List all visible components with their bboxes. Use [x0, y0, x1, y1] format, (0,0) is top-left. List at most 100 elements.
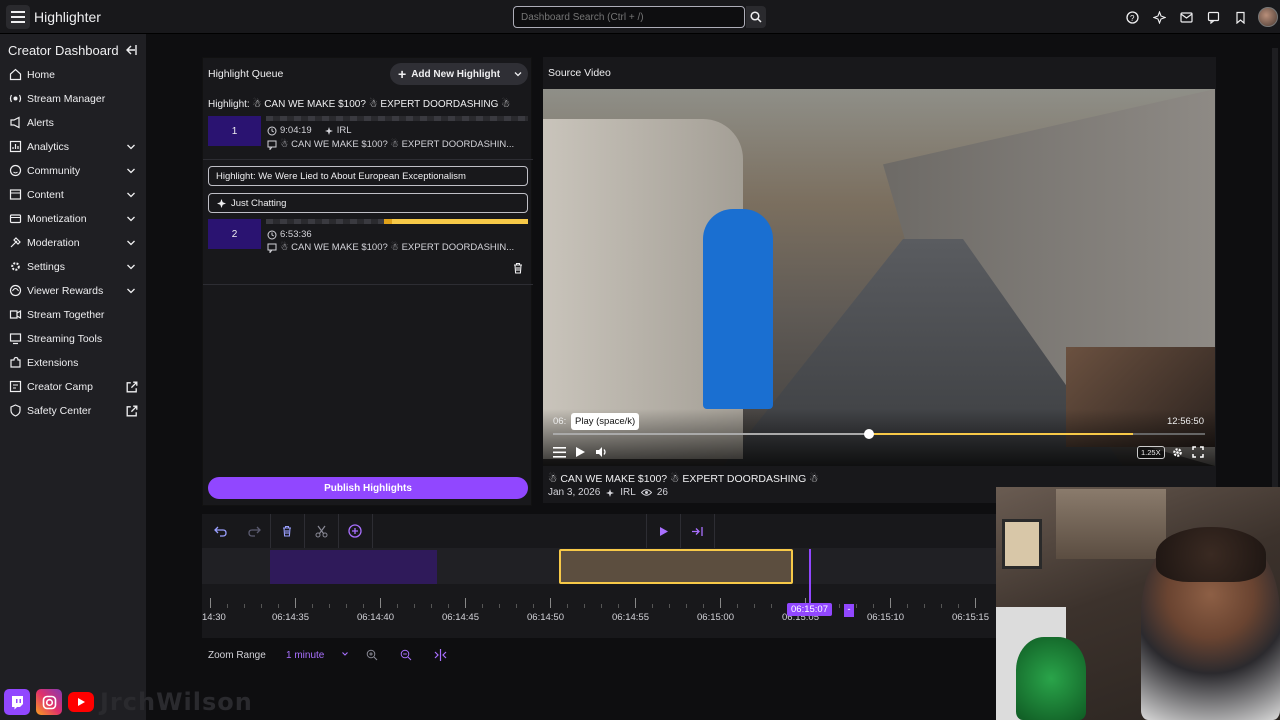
play-to-end-button[interactable] [688, 522, 706, 540]
video-category: IRL [620, 487, 636, 498]
sidebar-item-extensions[interactable]: Extensions [0, 352, 146, 374]
sidebar-item-creator-camp[interactable]: Creator Camp [0, 376, 146, 398]
divider [203, 159, 533, 160]
volume-button[interactable] [593, 444, 609, 460]
highlight-1-number[interactable]: 1 [208, 116, 261, 146]
trash-icon[interactable] [512, 262, 524, 274]
sidebar-item-monetization[interactable]: Monetization [0, 208, 146, 230]
divider [714, 514, 715, 548]
chevron-down-icon[interactable] [126, 190, 136, 200]
timeline-ruler[interactable]: 14:30 06:14:35 06:14:40 06:14:45 06:14:50 06:… [202, 584, 996, 623]
chevron-down-icon[interactable] [126, 142, 136, 152]
video-player[interactable]: 06: Play (space/k) 12:56:50 1.25X [543, 89, 1215, 466]
alerts-icon [10, 116, 20, 129]
playhead-minus[interactable]: - [844, 604, 854, 617]
ruler-tick [890, 598, 891, 608]
highlight-1-meta: 9:04:19 IRL [267, 125, 352, 136]
ruler-label: 06:15:10 [867, 612, 904, 623]
add-highlight-dropdown[interactable] [508, 63, 528, 85]
settings-button[interactable] [1169, 444, 1185, 460]
help-icon[interactable]: ? [1123, 8, 1141, 26]
stream-manager-icon [9, 94, 22, 103]
sidebar-item-home[interactable]: Home [0, 64, 146, 86]
redo-button[interactable] [245, 522, 263, 540]
chevron-down-icon[interactable] [126, 262, 136, 272]
ruler-minor-tick [329, 604, 330, 608]
category-icon [217, 198, 226, 208]
sidebar-item-moderation[interactable]: Moderation [0, 232, 146, 254]
video-seek-bar[interactable] [553, 429, 1205, 439]
sidebar-item-content[interactable]: Content [0, 184, 146, 206]
stream-title-icon [267, 243, 277, 253]
cut-button[interactable] [312, 522, 330, 540]
timeline-highlight-region[interactable] [270, 550, 437, 584]
playback-speed-button[interactable]: 1.25X [1137, 446, 1165, 459]
sidebar-item-label: Alerts [27, 117, 54, 129]
divider [646, 514, 647, 548]
timeline-selected-clip[interactable] [559, 549, 793, 584]
ruler-minor-tick [227, 604, 228, 608]
user-avatar[interactable] [1258, 7, 1278, 27]
inbox-icon[interactable] [1177, 8, 1195, 26]
external-link-icon [126, 405, 138, 417]
highlight-2-category-field[interactable]: Just Chatting [208, 193, 528, 213]
sidebar-item-label: Moderation [27, 237, 80, 249]
publish-highlights-button[interactable]: Publish Highlights [208, 477, 528, 499]
ruler-tick [720, 598, 721, 608]
fit-to-screen-icon[interactable] [434, 649, 447, 661]
sidebar-item-analytics[interactable]: Analytics [0, 136, 146, 158]
delete-clip-button[interactable] [278, 522, 296, 540]
sidebar-item-settings[interactable]: Settings [0, 256, 146, 278]
chevron-down-icon[interactable] [126, 286, 136, 296]
highlight-1-title[interactable]: Highlight: ☃ CAN WE MAKE $100? ☃ EXPERT … [208, 99, 510, 110]
ruler-minor-tick [941, 604, 942, 608]
add-clip-button[interactable] [346, 522, 364, 540]
search-button[interactable] [746, 6, 766, 28]
magic-icon[interactable] [1150, 8, 1168, 26]
search-input[interactable] [513, 6, 745, 28]
divider [203, 284, 533, 285]
sidebar-item-safety-center[interactable]: Safety Center [0, 400, 146, 422]
highlight-2-number[interactable]: 2 [208, 219, 261, 249]
ruler-minor-tick [346, 604, 347, 608]
whispers-icon[interactable] [1204, 8, 1222, 26]
ruler-tick [210, 598, 211, 608]
streamer-webcam [996, 487, 1280, 720]
sidebar-item-label: Analytics [27, 141, 70, 153]
viewer-rewards-icon [9, 284, 22, 297]
clock-icon [267, 126, 277, 135]
zoom-in-icon[interactable] [366, 649, 378, 661]
timeline-play-button[interactable] [654, 522, 672, 540]
timeline-playhead[interactable] [809, 549, 811, 609]
chevron-down-icon[interactable] [126, 214, 136, 224]
sidebar-item-viewer-rewards[interactable]: Viewer Rewards [0, 280, 146, 302]
chevron-down-icon[interactable] [126, 238, 136, 248]
chevron-down-icon[interactable] [126, 166, 136, 176]
stream-title-icon [267, 140, 277, 150]
svg-text:?: ? [1130, 14, 1135, 23]
sidebar-item-stream-manager[interactable]: Stream Manager [0, 88, 146, 110]
menu-button[interactable] [6, 5, 30, 29]
twitch-icon [4, 689, 30, 715]
sidebar-item-alerts[interactable]: Alerts [0, 112, 146, 134]
sidebar-item-community[interactable]: Community [0, 160, 146, 182]
chapters-button[interactable] [551, 444, 567, 460]
highlight-2-title-field[interactable]: Highlight: We Were Lied to About Europea… [208, 166, 528, 186]
video-current-time: 06: [553, 416, 567, 427]
add-new-highlight-button[interactable]: + Add New Highlight [390, 63, 514, 85]
highlight-2-meta: 6:53:36 [267, 229, 312, 240]
play-button[interactable] [572, 444, 588, 460]
community-icon [9, 164, 22, 177]
sidebar-item-stream-together[interactable]: Stream Together [0, 304, 146, 326]
zoom-out-icon[interactable] [400, 649, 412, 661]
sidebar-item-streaming-tools[interactable]: Streaming Tools [0, 328, 146, 350]
ruler-label: 06:15:00 [697, 612, 734, 623]
undo-button[interactable] [211, 522, 229, 540]
highlight-1-range-bar [266, 116, 528, 121]
video-stream-title: ☃ CAN WE MAKE $100? ☃ EXPERT DOORDASHING… [548, 473, 819, 485]
ruler-minor-tick [363, 604, 364, 608]
fullscreen-button[interactable] [1190, 444, 1206, 460]
collapse-sidebar-icon[interactable] [124, 43, 138, 57]
zoom-range-select[interactable]: 1 minute [286, 650, 349, 661]
bookmark-icon[interactable] [1231, 8, 1249, 26]
